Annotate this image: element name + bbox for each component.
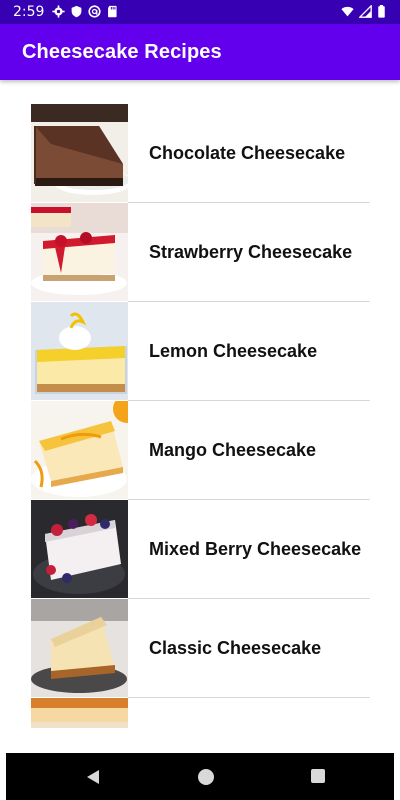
mixed-berry-cheesecake-photo bbox=[31, 500, 128, 598]
shield-icon bbox=[71, 5, 82, 18]
recipe-name: Lemon Cheesecake bbox=[149, 340, 318, 361]
status-time: 2:59 bbox=[13, 4, 45, 20]
wifi-icon bbox=[341, 6, 354, 17]
chocolate-cheesecake-photo bbox=[31, 104, 128, 202]
recipe-name: Chocolate Cheesecake bbox=[149, 142, 346, 163]
strawberry-cheesecake-photo bbox=[31, 203, 128, 301]
home-icon[interactable] bbox=[198, 769, 214, 785]
app-bar: Cheesecake Recipes bbox=[0, 24, 400, 80]
recipe-name: Mango Cheesecake bbox=[149, 439, 317, 460]
recipe-list[interactable]: Chocolate Cheesecake Strawberry Cheeseca… bbox=[31, 104, 370, 728]
app-title: Cheesecake Recipes bbox=[22, 41, 222, 63]
recipe-row-strawberry-cheesecake[interactable]: Strawberry Cheesecake bbox=[31, 203, 370, 302]
recipe-row-lemon-cheesecake[interactable]: Lemon Cheesecake bbox=[31, 302, 370, 401]
gear-icon bbox=[52, 5, 65, 18]
sd-card-icon bbox=[108, 5, 117, 18]
lemon-cheesecake-photo bbox=[31, 302, 128, 400]
circle-a-icon bbox=[88, 5, 101, 18]
recipe-row-mixed-berry-cheesecake[interactable]: Mixed Berry Cheesecake bbox=[31, 500, 370, 599]
battery-icon bbox=[378, 5, 385, 18]
recipe-row-chocolate-cheesecake[interactable]: Chocolate Cheesecake bbox=[31, 104, 370, 203]
mango-cheesecake-photo bbox=[31, 401, 128, 499]
status-icons-right bbox=[341, 5, 386, 18]
status-icons-left bbox=[52, 5, 119, 18]
navigation-bar bbox=[6, 753, 394, 800]
back-icon[interactable] bbox=[86, 769, 100, 785]
recipe-row-mango-cheesecake[interactable]: Mango Cheesecake bbox=[31, 401, 370, 500]
recipe-name: Classic Cheesecake bbox=[149, 637, 322, 658]
recipe-name: Mixed Berry Cheesecake bbox=[149, 538, 362, 559]
classic-cheesecake-photo bbox=[31, 599, 128, 697]
recipe-row-classic-cheesecake[interactable]: Classic Cheesecake bbox=[31, 599, 370, 698]
recents-icon[interactable] bbox=[311, 769, 325, 783]
recipe-name: Strawberry Cheesecake bbox=[149, 241, 353, 262]
status-bar: 2:59 bbox=[0, 0, 400, 24]
partial-cheesecake-photo bbox=[31, 698, 128, 728]
recipe-row-partial[interactable] bbox=[31, 698, 370, 728]
signal-icon bbox=[359, 5, 372, 18]
recipe-name bbox=[149, 698, 367, 728]
